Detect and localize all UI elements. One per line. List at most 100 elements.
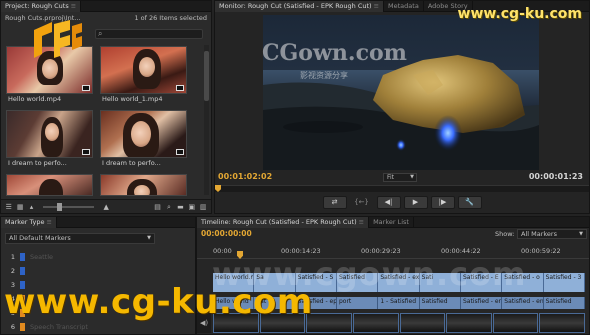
program-monitor-panel: Monitor: Rough Cut (Satisfied - EPK Roug… (214, 0, 590, 214)
ruler-tick-label: 00:00:29:23 (361, 247, 401, 255)
find-icon[interactable]: ⌕ (165, 203, 172, 211)
marker-row[interactable]: 1 Seattle (5, 250, 191, 264)
new-item-icon[interactable]: ▣ (188, 203, 196, 211)
chevron-down-icon: ▼ (579, 231, 583, 237)
watermark-bottom: www.cg-ku.com (4, 282, 313, 322)
ruler-tick-label: 00:00:14:23 (281, 247, 321, 255)
marker-row[interactable]: 6 Speech Transcript (5, 320, 191, 334)
tab-metadata[interactable]: Metadata (384, 1, 424, 12)
ruler-tick-label: 00:00:59:22 (521, 247, 561, 255)
show-markers-select[interactable]: All Markers ▼ (517, 229, 587, 239)
zoom-out-icon[interactable]: ▴ (28, 203, 35, 211)
project-thumbnail-grid: Hello world.mp4 Hello world_1.mp4 I drea… (6, 46, 204, 196)
clip-preview-image (100, 110, 187, 158)
clip-type-icon (176, 149, 184, 155)
zoom-in-icon[interactable]: ▲ (102, 203, 109, 211)
ruler-tick-label: 00:00 (213, 247, 232, 255)
panel-menu-icon[interactable]: ≡ (374, 2, 379, 10)
frame-clip[interactable] (539, 313, 585, 333)
frame-clip[interactable] (446, 313, 492, 333)
duration-timecode: 00:00:01:23 (528, 172, 583, 181)
monitor-time-ruler[interactable] (215, 185, 589, 192)
clip-thumbnail[interactable] (6, 174, 93, 196)
clip-label: I dream to perfo... (8, 159, 67, 167)
project-tabbar: Project: Rough Cuts ≡ (1, 1, 211, 12)
panel-menu-icon[interactable]: ≡ (359, 218, 364, 226)
step-back-button[interactable]: ◀| (376, 196, 401, 209)
clip-thumbnail[interactable]: Hello world_1.mp4 (100, 46, 187, 105)
new-bin-icon[interactable]: ▬ (177, 203, 184, 211)
panel-menu-icon[interactable]: ≡ (46, 218, 51, 226)
play-button[interactable]: ▶ (403, 196, 428, 209)
slider-knob[interactable] (57, 202, 63, 211)
step-forward-button[interactable]: |▶ (430, 196, 455, 209)
audio-clip[interactable]: Satisfied - end (502, 297, 544, 309)
beach-scene-image (263, 15, 539, 170)
tab-marker-list[interactable]: Marker List (369, 217, 414, 228)
clip-preview-image (100, 174, 187, 196)
marker-color-swatch (20, 267, 25, 275)
insert-marker-button[interactable]: {←} (350, 196, 374, 209)
clip-type-icon (82, 149, 90, 155)
timeline-timecode[interactable]: 00:00:00:00 (201, 229, 252, 238)
clip-preview-image (6, 110, 93, 158)
tab-monitor[interactable]: Monitor: Rough Cut (Satisfied - EPK Roug… (215, 1, 385, 12)
timeline-header: 00:00:00:00 Show: All Markers ▼ (197, 228, 589, 239)
audio-clip[interactable]: port (336, 297, 379, 309)
clip-thumbnail[interactable]: I dream to perfo... (6, 110, 93, 169)
video-preview[interactable] (263, 15, 539, 170)
audio-clip[interactable]: Satisfied (419, 297, 461, 309)
video-clip[interactable]: Satisfied - 3 (543, 273, 585, 292)
marker-row[interactable]: 2 (5, 264, 191, 278)
monitor-playhead[interactable] (215, 185, 221, 192)
chevron-down-icon: ▼ (147, 235, 151, 241)
frame-clip[interactable] (492, 313, 539, 333)
marker-color-swatch (20, 253, 25, 261)
audio-clip[interactable]: Satisfied - en (460, 297, 503, 309)
clip-preview-image (100, 46, 187, 94)
ruler-tick-label: 00:00:44:22 (441, 247, 481, 255)
transport-controls: ⇄ {←} ◀| ▶ |▶ 🔧 (215, 196, 589, 213)
audio-clip[interactable]: 1 - Satisfied (378, 297, 420, 309)
clip-type-icon (176, 85, 184, 91)
list-view-icon[interactable]: ☰ (5, 203, 12, 211)
playhead-timecode[interactable]: 00:01:02:02 (218, 172, 272, 181)
clip-thumbnail[interactable]: I dream to perfo... (100, 110, 187, 169)
clip-label: Hello world_1.mp4 (102, 95, 163, 103)
search-icon: ⌕ (98, 29, 103, 38)
wrench-settings-button[interactable]: 🔧 (457, 196, 482, 209)
tab-timeline[interactable]: Timeline: Rough Cut (Satisfied - EPK Rou… (197, 217, 370, 228)
chevron-down-icon: ▼ (410, 174, 414, 180)
monitor-timecode-row: 00:01:02:02 Fit ▼ 00:00:01:23 (215, 171, 589, 183)
audio-clip[interactable]: Satisfied (543, 297, 585, 309)
app-window: Project: Rough Cuts ≡ Rough Cuts.prproj\I… (0, 0, 590, 335)
site-logo (34, 20, 82, 58)
automate-icon[interactable]: ▤ (154, 203, 161, 211)
clip-label: Hello world.mp4 (8, 95, 62, 103)
show-label: Show: (495, 230, 515, 238)
project-search-input[interactable]: ⌕ (95, 29, 203, 39)
items-selected-count: 1 of 26 Items selected (134, 14, 207, 22)
clip-thumbnail[interactable] (100, 174, 187, 196)
frame-clip[interactable] (352, 313, 399, 333)
loop-button[interactable]: ⇄ (322, 196, 347, 209)
thumbnail-zoom-slider[interactable] (43, 202, 95, 211)
marker-filter-select[interactable]: All Default Markers ▼ (5, 233, 155, 244)
frame-clip[interactable] (306, 313, 352, 333)
tab-marker-type[interactable]: Marker Type ≡ (1, 217, 57, 228)
project-toolbar: ☰ ▦ ▴ ▲ ▤ ⌕ ▬ ▣ ▥ (1, 199, 211, 213)
project-scrollbar[interactable] (204, 45, 209, 195)
tab-project[interactable]: Project: Rough Cuts ≡ (1, 1, 82, 12)
clip-label: I dream to perfo... (102, 159, 161, 167)
trash-icon[interactable]: ▥ (200, 203, 207, 211)
marker-color-swatch (20, 323, 25, 331)
scrollbar-thumb[interactable] (204, 51, 209, 101)
timeline-tabbar: Timeline: Rough Cut (Satisfied - EPK Rou… (197, 217, 589, 228)
panel-menu-icon[interactable]: ≡ (71, 2, 76, 10)
icon-view-icon[interactable]: ▦ (16, 203, 24, 211)
clip-type-icon (82, 85, 90, 91)
frame-clip[interactable] (399, 313, 446, 333)
marker-tabbar: Marker Type ≡ (1, 217, 195, 228)
zoom-select[interactable]: Fit ▼ (383, 173, 417, 182)
watermark-top: www.cg-ku.com (457, 6, 582, 22)
